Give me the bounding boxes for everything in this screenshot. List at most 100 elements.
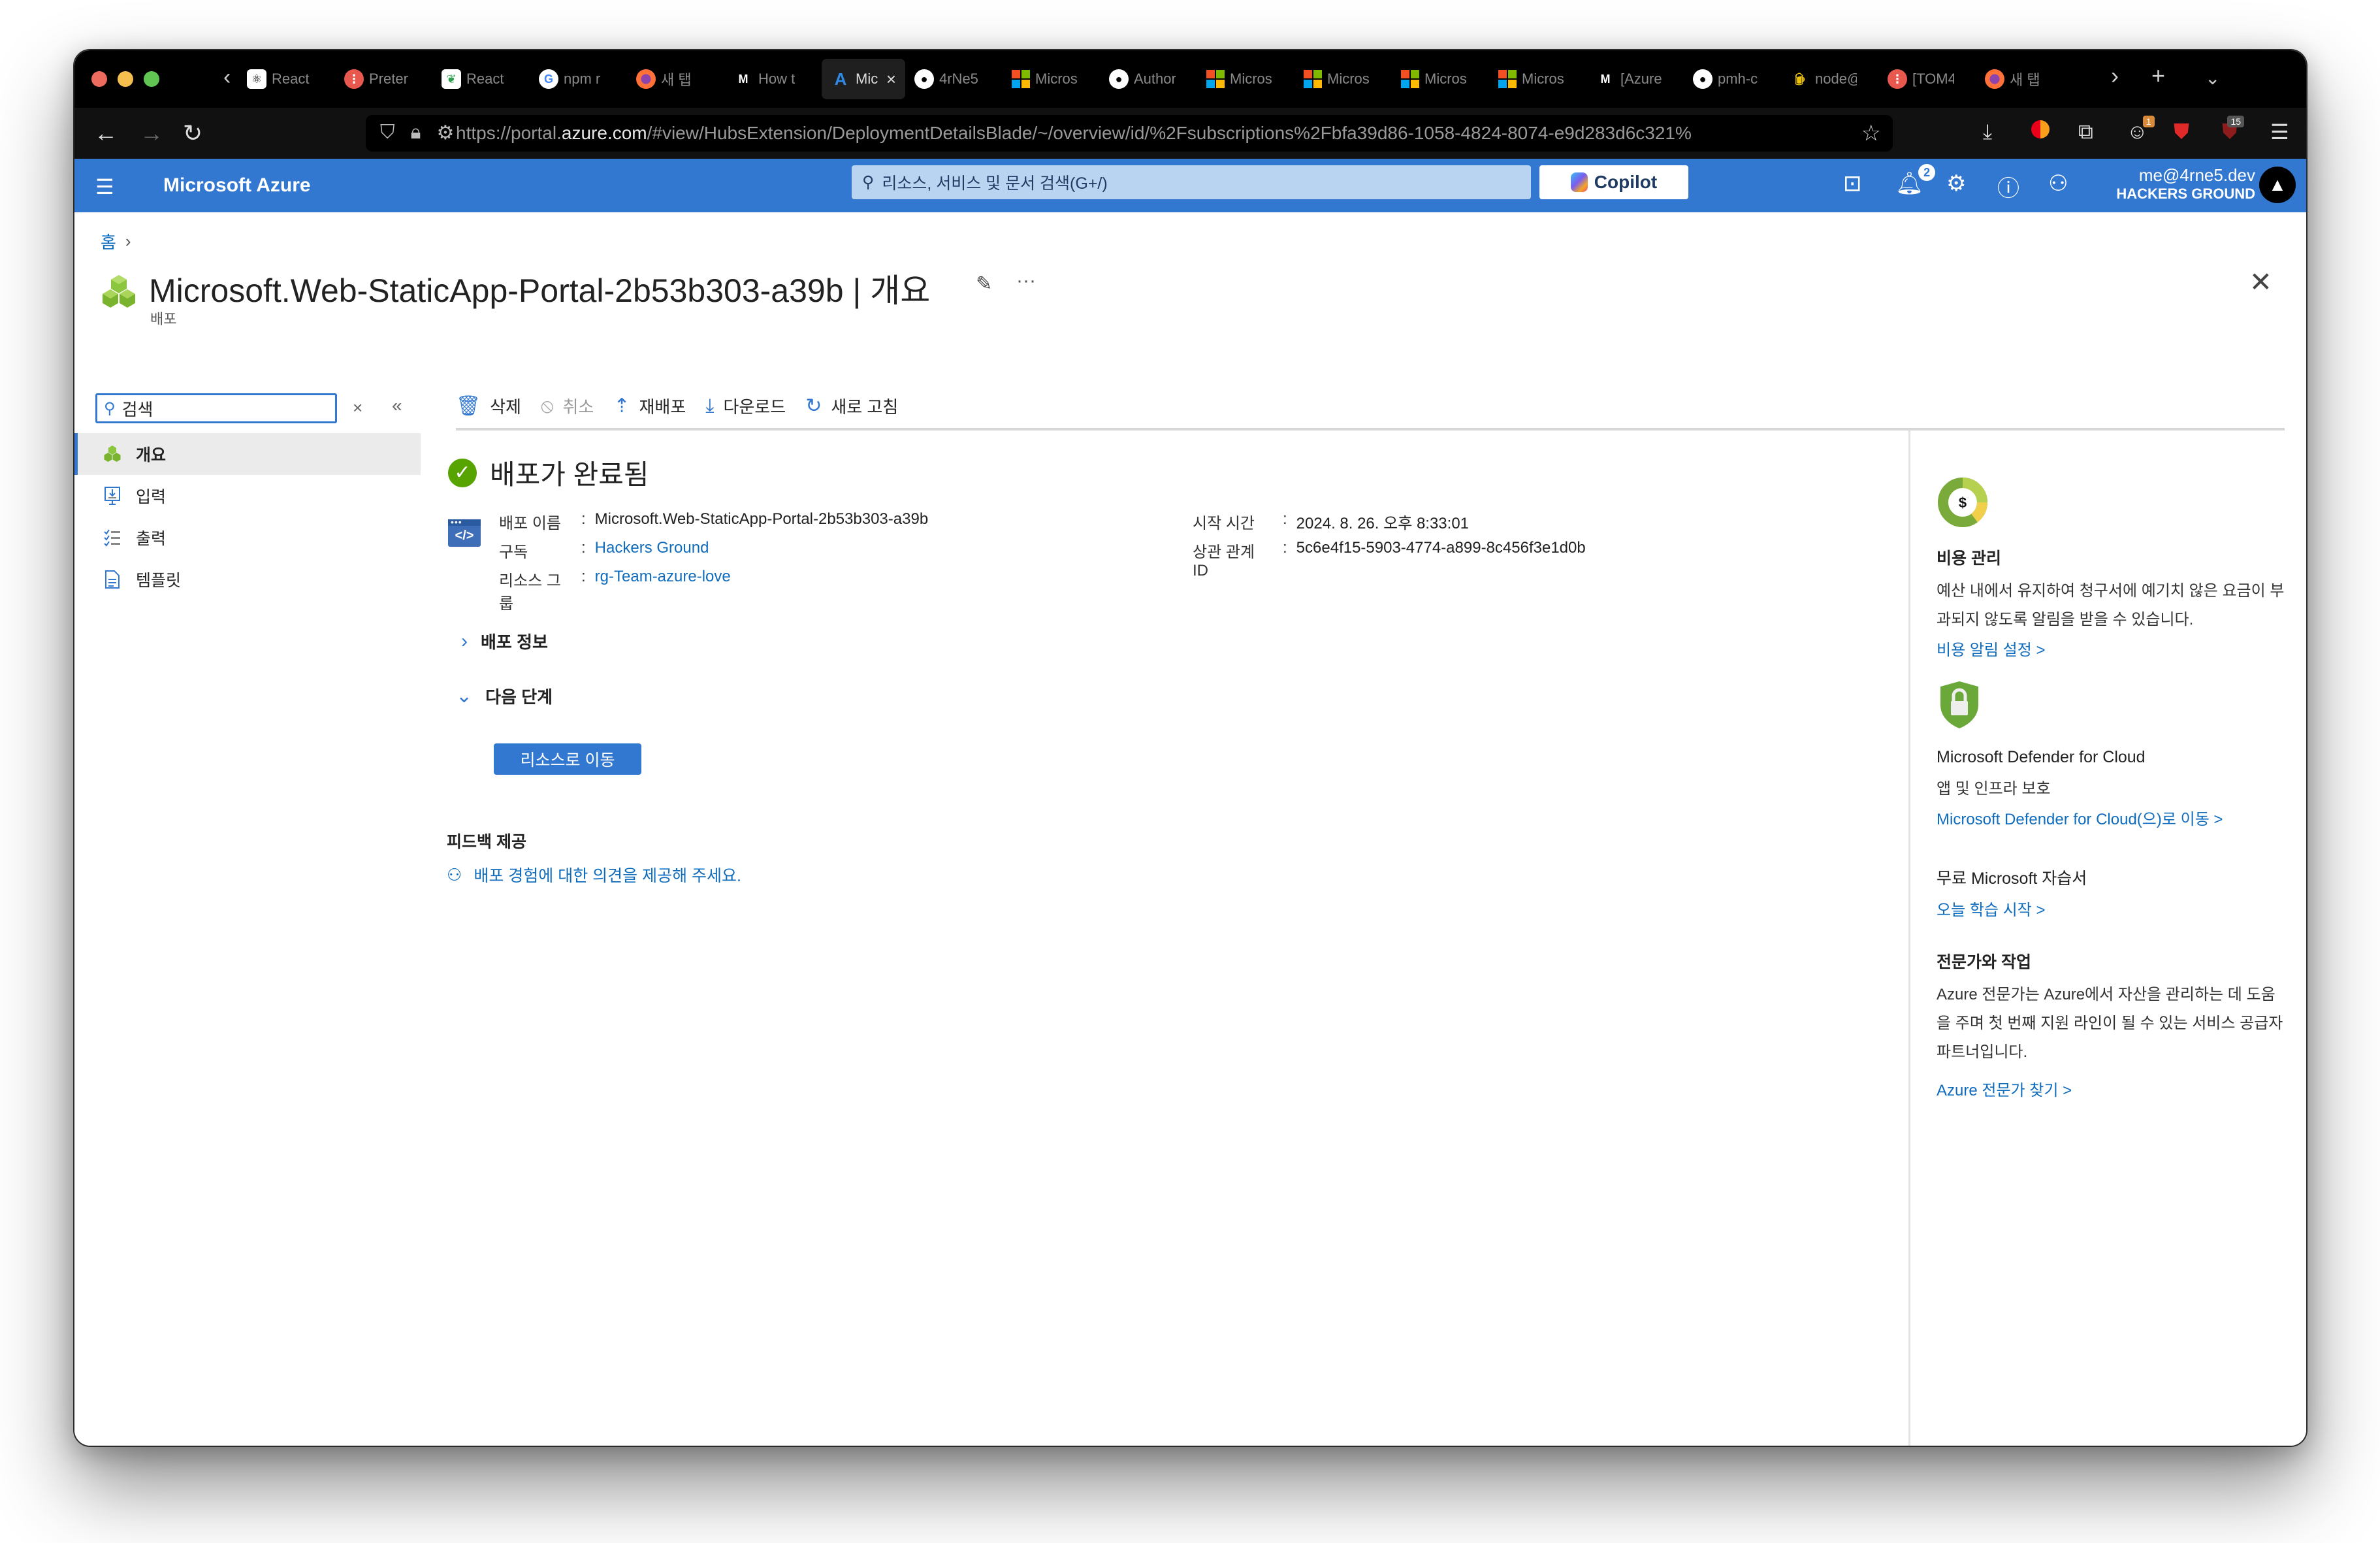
browser-tab[interactable]: ⋮ Preter	[335, 59, 432, 99]
cost-management-icon: $	[1938, 478, 1987, 527]
field-separator: :	[1283, 510, 1287, 528]
next-steps-toggle[interactable]: ⌄ 다음 단계	[456, 684, 553, 708]
extensions-puzzle-icon[interactable]: ⧉	[2078, 120, 2093, 144]
browser-tab[interactable]: M How t	[724, 59, 822, 99]
browser-tab[interactable]: ❦ React	[432, 59, 530, 99]
browser-tab[interactable]: ● Author	[1100, 59, 1197, 99]
firefox-icon	[1985, 69, 2004, 89]
extension-icon-mastercard[interactable]	[2031, 120, 2050, 144]
go-to-resource-button[interactable]: 리소스로 이동	[494, 743, 641, 775]
more-options-icon[interactable]: ···	[1016, 270, 1036, 292]
experts-link[interactable]: Azure 전문가 찾기 >	[1937, 1077, 2289, 1100]
notifications-bell-icon[interactable]: 🔔︎ 2	[1895, 164, 1936, 197]
azure-brand[interactable]: Microsoft Azure	[163, 174, 311, 197]
browser-tab[interactable]: M [Azure	[1586, 59, 1684, 99]
search-icon: ⚲	[104, 399, 116, 417]
sidebar-item-output[interactable]: 출력	[74, 517, 421, 559]
bookmark-star-icon[interactable]: ☆	[1861, 120, 1881, 146]
browser-tab[interactable]: ⚛ React	[238, 59, 335, 99]
field-separator: :	[581, 510, 586, 528]
pretendard-tab-icon: ⋮	[1888, 69, 1907, 89]
close-blade-icon[interactable]: ✕	[2249, 266, 2272, 298]
chevron-right-icon: ›	[461, 630, 468, 652]
cancel-label: 취소	[562, 397, 594, 417]
feedback-person-icon[interactable]: ⚇	[2048, 171, 2068, 197]
sidebar-search-value: 검색	[121, 399, 153, 419]
new-tab-icon[interactable]: +	[2151, 62, 2165, 89]
lock-icon[interactable]: 🔒︎	[411, 122, 421, 144]
cost-alerts-link[interactable]: 비용 알림 설정 >	[1937, 637, 2289, 660]
browser-tab[interactable]: Micros	[1489, 59, 1586, 99]
url-text[interactable]: https://portal.azure.com/#view/HubsExten…	[456, 123, 1788, 144]
tab-strip: ⚛ React ⋮ Preter ❦ React Gnpm r 새 탭 M How t A Mic × ●…	[238, 58, 2073, 100]
forward-button[interactable]: →	[140, 120, 163, 147]
breadcrumb-home-link[interactable]: 홈	[101, 229, 116, 253]
learn-link[interactable]: 오늘 학습 시작 >	[1937, 897, 2289, 920]
reload-button[interactable]: ↻	[183, 120, 202, 147]
browser-tab[interactable]: 새 탭	[627, 59, 724, 99]
avatar[interactable]: ▲	[2259, 167, 2296, 203]
refresh-button[interactable]: ↻ 새로 고침	[805, 394, 898, 418]
delete-button[interactable]: 🗑︎ 삭제	[456, 394, 521, 418]
tab-label: Micros	[1327, 71, 1369, 87]
browser-tab[interactable]: ● 4rNe5	[905, 59, 1003, 99]
sidebar-item-template[interactable]: 템플릿	[74, 559, 421, 600]
browser-tab[interactable]: Micros	[1197, 59, 1295, 99]
browser-tab[interactable]: ● pmh-c	[1684, 59, 1781, 99]
defender-link[interactable]: Microsoft Defender for Cloud(으)로 이동 >	[1937, 806, 2289, 829]
download-button[interactable]: ⤓ 다운로드	[705, 394, 786, 418]
maximize-window-button[interactable]	[144, 71, 159, 87]
help-icon[interactable]: ⓘ	[1997, 171, 2019, 203]
sidebar-item-input[interactable]: 입력	[74, 475, 421, 517]
tab-scroll-left-icon[interactable]: ‹	[223, 65, 231, 90]
browser-tab[interactable]: Micros	[1295, 59, 1392, 99]
extension-icon-1[interactable]: ☺ 1	[2127, 116, 2155, 144]
account-menu[interactable]: me@4rne5.dev HACKERS GROUND	[2116, 165, 2255, 203]
resource-group-link[interactable]: rg-Team-azure-love	[595, 568, 731, 613]
redeploy-button[interactable]: ⇡ 재배포	[613, 394, 686, 418]
browser-tab[interactable]: A Mic ×	[822, 59, 905, 99]
browser-tab[interactable]: Gnpm r	[530, 59, 627, 99]
cloud-shell-icon[interactable]: ⊡	[1843, 171, 1862, 197]
portal-menu-icon[interactable]: ☰	[95, 174, 114, 199]
tab-list-chevron-icon[interactable]: ⌄	[2205, 67, 2220, 89]
tab-label: Preter	[369, 71, 408, 87]
ublock-icon[interactable]: ⛊ 15	[2222, 116, 2245, 144]
copilot-button[interactable]: Copilot	[1539, 165, 1688, 199]
browser-tab[interactable]: 새 탭	[1976, 59, 2073, 99]
close-tab-icon[interactable]: ×	[886, 69, 896, 89]
url-bar[interactable]: ⛉ 🔒︎ ⚙︎ https://portal.azure.com/#view/H…	[366, 115, 1893, 152]
subscription-link[interactable]: Hackers Ground	[595, 539, 709, 562]
browser-tab[interactable]: 🍺︎ node@	[1781, 59, 1878, 99]
card-title: 비용 관리	[1937, 549, 2001, 568]
browser-menu-icon[interactable]: ☰	[2270, 120, 2289, 144]
settings-gear-icon[interactable]: ⚙︎	[1946, 171, 1966, 197]
minimize-window-button[interactable]	[118, 71, 133, 87]
clear-search-icon[interactable]: ×	[353, 398, 362, 418]
downloads-icon[interactable]: ⤓	[1983, 120, 1992, 144]
browser-tab[interactable]: ⋮ [TOM4	[1878, 59, 1976, 99]
field-label: 상관 관계 ID	[1193, 544, 1255, 579]
browser-tab[interactable]: Micros	[1003, 59, 1100, 99]
github-icon: ●	[1109, 69, 1129, 89]
shield-icon[interactable]: ⛉	[380, 122, 395, 144]
close-window-button[interactable]	[91, 71, 107, 87]
tab-label: 새 탭	[661, 72, 692, 88]
deployment-info-toggle[interactable]: › 배포 정보	[461, 629, 548, 653]
sidebar-item-overview[interactable]: 개요	[74, 433, 421, 475]
back-button[interactable]: ←	[94, 120, 118, 147]
global-search-input[interactable]: ⚲ 리소스, 서비스 및 문서 검색(G+/)	[852, 165, 1531, 199]
collapse-sidebar-icon[interactable]: «	[392, 395, 402, 416]
sidebar-search-input[interactable]: ⚲ 검색	[95, 393, 337, 423]
firefox-icon	[636, 69, 656, 89]
defender-card: Microsoft Defender for Cloud 앱 및 인프라 보호 …	[1937, 748, 2289, 829]
extension-icon-youtube[interactable]: ⛊	[2174, 120, 2189, 144]
permissions-icon[interactable]: ⚙︎	[436, 122, 454, 144]
status-text: 배포가 완료됨	[490, 459, 649, 490]
tab-label: React	[466, 71, 504, 87]
feedback-link[interactable]: ⚇ 배포 경험에 대한 의견을 제공해 주세요.	[447, 863, 741, 886]
tab-scroll-right-icon[interactable]: ›	[2111, 62, 2119, 89]
pin-icon[interactable]: ✎	[976, 272, 992, 295]
cancel-button[interactable]: ⦸ 취소	[541, 394, 594, 418]
browser-tab[interactable]: Micros	[1392, 59, 1489, 99]
